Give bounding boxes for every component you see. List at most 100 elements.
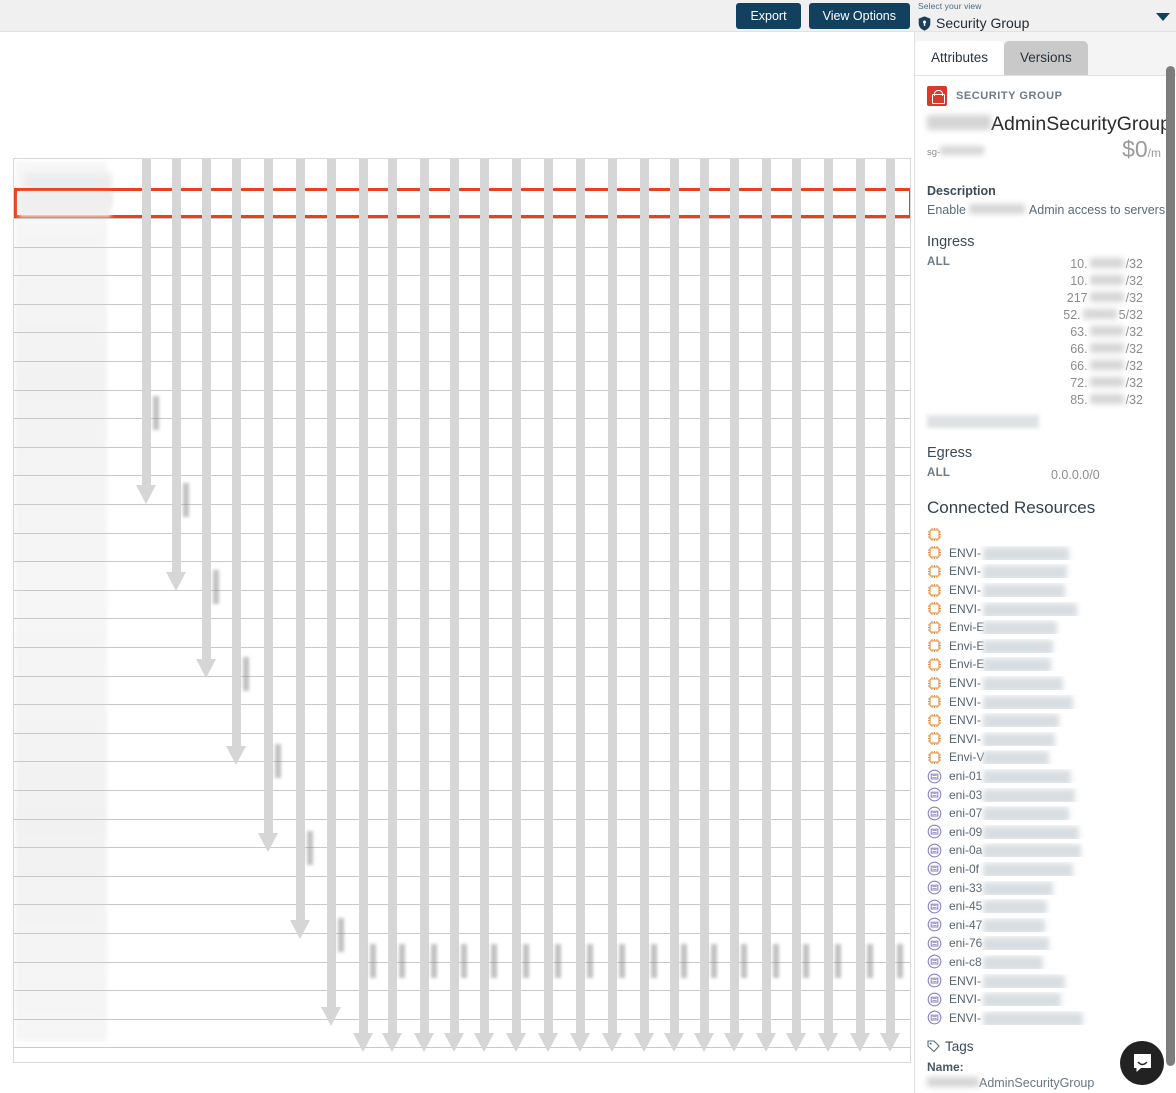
connected-resource-name: eni-c8 bbox=[949, 955, 1165, 969]
connected-resource-item[interactable]: eni-03 bbox=[927, 785, 1165, 804]
ingress-heading: Ingress bbox=[927, 234, 975, 250]
connected-resource-item[interactable]: ENVI- bbox=[927, 730, 1165, 749]
diagram-lifeline bbox=[570, 159, 590, 1052]
diagram-message-label-redacted bbox=[803, 944, 809, 978]
instance-chip-icon bbox=[927, 583, 942, 598]
network-interface-icon bbox=[927, 936, 942, 951]
diagram-lifeline bbox=[474, 159, 494, 1052]
ingress-cidr-list: 10./32 10./32 217/32 52. 5/32 63./32 66./32 66.… bbox=[1023, 256, 1165, 409]
diagram-lifeline bbox=[258, 159, 278, 852]
diagram-message-label-redacted bbox=[461, 944, 467, 978]
description-label: Description bbox=[927, 184, 996, 198]
connected-resource-name: eni-09 bbox=[949, 825, 1165, 839]
resource-kind-label: SECURITY GROUP bbox=[956, 90, 1063, 102]
price-amount: $0 bbox=[1122, 136, 1148, 162]
export-button[interactable]: Export bbox=[736, 2, 801, 30]
connected-resource-item[interactable]: ENVI- bbox=[927, 544, 1165, 563]
connected-resource-name: ENVI- bbox=[949, 1011, 1165, 1025]
sequence-diagram[interactable] bbox=[13, 158, 911, 1063]
connected-resource-item[interactable]: ENVI- bbox=[927, 971, 1165, 990]
connected-resource-name: ENVI- bbox=[949, 583, 1165, 598]
top-toolbar: Export View Options Select your view Sec… bbox=[0, 0, 1176, 32]
panel-tabs: Attributes Versions bbox=[915, 32, 1176, 76]
diagram-lifeline bbox=[196, 159, 216, 678]
connected-resource-item[interactable]: eni-0f bbox=[927, 860, 1165, 879]
connected-resource-item[interactable]: Envi-E bbox=[927, 637, 1165, 656]
diagram-lifeline bbox=[506, 159, 526, 1052]
connected-resource-item[interactable]: eni-33 bbox=[927, 878, 1165, 897]
diagram-row-separator bbox=[14, 761, 910, 762]
connected-resource-item[interactable]: eni-01 bbox=[927, 767, 1165, 786]
diagram-row-separator bbox=[14, 990, 910, 991]
connected-resource-item[interactable] bbox=[927, 525, 1165, 544]
instance-chip-icon bbox=[927, 545, 942, 560]
price-period: /m bbox=[1147, 146, 1161, 160]
resource-id-row: sg- $0/m bbox=[927, 138, 1165, 168]
diagram-row-separator bbox=[14, 876, 910, 877]
connected-resource-name: Envi-E bbox=[949, 620, 1165, 635]
connected-resource-item[interactable]: eni-76 bbox=[927, 934, 1165, 953]
connected-resource-item[interactable]: ENVI- bbox=[927, 711, 1165, 730]
connected-resource-item[interactable]: eni-47 bbox=[927, 915, 1165, 934]
connected-resource-item[interactable]: ENVI- bbox=[927, 1008, 1165, 1027]
connected-resource-name: ENVI- bbox=[949, 602, 1165, 616]
diagram-lifeline bbox=[850, 159, 870, 1052]
diagram-lifeline bbox=[290, 159, 310, 939]
chevron-down-icon[interactable] bbox=[1156, 13, 1170, 21]
diagram-row-separator bbox=[14, 504, 910, 505]
diagram-message-label-redacted bbox=[711, 944, 717, 978]
connected-resource-item[interactable]: Envi-E bbox=[927, 655, 1165, 674]
view-selector[interactable]: Select your view Security Group bbox=[918, 0, 1154, 32]
intercom-chat-button[interactable] bbox=[1120, 1041, 1164, 1085]
toolbar-buttons: Export View Options bbox=[736, 0, 910, 32]
diagram-lifeline bbox=[444, 159, 464, 1052]
diagram-message-label-redacted bbox=[431, 944, 437, 978]
egress-heading: Egress bbox=[927, 445, 973, 461]
panel-body: SECURITY GROUP AdminSecurityGroup sg- $0… bbox=[915, 76, 1176, 1093]
network-interface-icon bbox=[927, 954, 942, 969]
connected-resource-item[interactable]: Envi-E bbox=[927, 618, 1165, 637]
ingress-extra-redacted bbox=[927, 415, 1039, 428]
connected-resource-name: ENVI- bbox=[949, 564, 1165, 579]
ingress-cidr: 217/32 bbox=[1066, 291, 1143, 305]
diagram-row-separator bbox=[14, 704, 910, 705]
connected-resource-item[interactable]: eni-07 bbox=[927, 804, 1165, 823]
description-suffix: Admin access to servers bbox=[1028, 203, 1166, 217]
diagram-row-separator bbox=[14, 847, 910, 848]
shield-icon bbox=[918, 15, 931, 31]
connected-resource-item[interactable]: Envi-V bbox=[927, 748, 1165, 767]
diagram-message-label-redacted bbox=[338, 917, 344, 952]
connected-resource-item[interactable]: ENVI- bbox=[927, 990, 1165, 1009]
diagram-message-label-redacted bbox=[651, 944, 657, 978]
diagram-message-label-redacted bbox=[153, 395, 159, 430]
instance-chip-icon bbox=[927, 601, 942, 616]
connected-resource-name: eni-07 bbox=[949, 806, 1165, 821]
ingress-cidr: 10./32 bbox=[1070, 274, 1143, 288]
connected-resource-item[interactable]: eni-09 bbox=[927, 823, 1165, 842]
diagram-row-separator bbox=[14, 561, 910, 562]
resource-kind-row: SECURITY GROUP bbox=[927, 86, 1165, 106]
connected-resource-item[interactable]: ENVI- bbox=[927, 599, 1165, 618]
connected-resource-item[interactable]: eni-0a bbox=[927, 841, 1165, 860]
diagram-lifeline bbox=[414, 159, 434, 1052]
tab-versions[interactable]: Versions bbox=[1004, 40, 1088, 75]
connected-resource-name: eni-45 bbox=[949, 899, 1165, 914]
resource-title-text: AdminSecurityGroup bbox=[991, 113, 1171, 135]
diagram-row-separator bbox=[14, 819, 910, 820]
panel-scrollbar[interactable] bbox=[1166, 66, 1175, 1066]
diagram-message-label-redacted bbox=[275, 743, 281, 778]
tab-attributes[interactable]: Attributes bbox=[915, 40, 1005, 75]
connected-resource-item[interactable]: ENVI- bbox=[927, 692, 1165, 711]
connected-resource-item[interactable]: ENVI- bbox=[927, 581, 1165, 600]
connected-resource-item[interactable]: ENVI- bbox=[927, 674, 1165, 693]
connected-resource-item[interactable]: ENVI- bbox=[927, 562, 1165, 581]
diagram-canvas[interactable] bbox=[0, 32, 914, 1093]
connected-resource-item[interactable]: eni-45 bbox=[927, 897, 1165, 916]
connected-resources-list[interactable]: ENVI- ENVI- ENVI- ENVI- Envi-E Envi-E Envi-E EN… bbox=[927, 525, 1165, 1027]
app-root: Export View Options Select your view Sec… bbox=[0, 0, 1176, 1093]
view-options-button[interactable]: View Options bbox=[808, 2, 910, 30]
diagram-lifeline bbox=[321, 159, 341, 1026]
diagram-lifeline bbox=[602, 159, 622, 1052]
network-interface-icon bbox=[927, 880, 942, 895]
connected-resource-item[interactable]: eni-c8 bbox=[927, 953, 1165, 972]
